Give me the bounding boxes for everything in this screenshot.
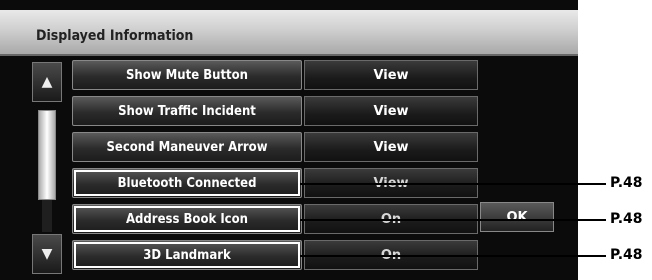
setting-label-button[interactable]: Show Traffic Incident [72, 96, 302, 126]
settings-screen: Displayed Information ▲ ▼ Show Mute Butt… [0, 0, 578, 280]
callout-line [300, 255, 606, 257]
ok-button[interactable]: OK [480, 202, 554, 232]
setting-label-button[interactable]: Second Maneuver Arrow [72, 132, 302, 162]
setting-label-button[interactable]: Address Book Icon [72, 204, 302, 234]
page-title: Displayed Information [36, 28, 194, 44]
setting-row-second-maneuver-arrow: Second Maneuver Arrow View [0, 130, 578, 164]
callout-line [300, 219, 606, 221]
page-reference: P.48 [610, 211, 643, 227]
setting-label-button[interactable]: Show Mute Button [72, 60, 302, 90]
setting-row-mute-button: Show Mute Button View [0, 58, 578, 92]
setting-value-button[interactable]: View [304, 60, 478, 90]
setting-label-button[interactable]: 3D Landmark [72, 240, 302, 270]
title-bar: Displayed Information [0, 10, 578, 56]
setting-value-button[interactable]: View [304, 96, 478, 126]
setting-row-traffic-incident: Show Traffic Incident View [0, 94, 578, 128]
callout-line [300, 183, 606, 185]
page-reference: P.48 [610, 247, 643, 263]
page-reference: P.48 [610, 175, 643, 191]
setting-label-button[interactable]: Bluetooth Connected [72, 168, 302, 198]
setting-value-button[interactable]: View [304, 132, 478, 162]
